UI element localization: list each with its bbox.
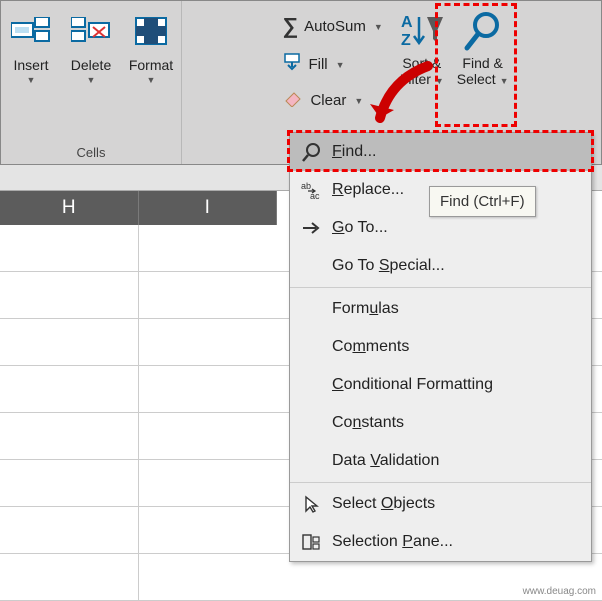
eraser-icon bbox=[282, 89, 304, 111]
insert-label: Insert bbox=[13, 57, 48, 73]
insert-button[interactable]: Insert ▼ bbox=[1, 5, 61, 87]
menu-label: Go To Special... bbox=[332, 257, 445, 275]
menu-label: Conditional Formatting bbox=[332, 376, 493, 394]
chevron-down-icon: ▼ bbox=[374, 22, 383, 32]
magnifier-icon bbox=[461, 9, 505, 53]
chevron-down-icon: ▼ bbox=[87, 75, 96, 85]
menu-item-comments[interactable]: Comments bbox=[290, 328, 591, 366]
svg-text:A: A bbox=[401, 14, 413, 31]
watermark: www.deuag.com bbox=[523, 586, 596, 597]
goto-arrow-icon bbox=[290, 219, 332, 237]
clear-button[interactable]: Clear ▼ bbox=[276, 85, 388, 115]
tooltip-find: Find (Ctrl+F) bbox=[429, 186, 536, 217]
menu-label: Formulas bbox=[332, 300, 399, 318]
chevron-down-icon: ▼ bbox=[336, 60, 345, 70]
autosum-button[interactable]: ∑ AutoSum ▼ bbox=[276, 9, 388, 43]
menu-item-constants[interactable]: Constants bbox=[290, 404, 591, 442]
clear-label: Clear bbox=[310, 92, 346, 109]
sort-filter-label: Sort & Filter ▼ bbox=[400, 55, 444, 87]
format-icon bbox=[134, 11, 168, 51]
fill-down-icon bbox=[282, 53, 302, 75]
format-label: Format bbox=[129, 57, 173, 73]
svg-text:ac: ac bbox=[310, 191, 320, 200]
cursor-icon bbox=[290, 494, 332, 514]
svg-text:ab: ab bbox=[301, 181, 311, 191]
sigma-icon: ∑ bbox=[282, 13, 298, 39]
cells-buttons: Insert ▼ Delete ▼ bbox=[1, 5, 181, 87]
delete-icon bbox=[71, 11, 111, 51]
menu-label: Replace... bbox=[332, 181, 404, 199]
chevron-down-icon: ▼ bbox=[147, 75, 156, 85]
autosum-label: AutoSum bbox=[304, 18, 366, 35]
menu-item-formulas[interactable]: Formulas bbox=[290, 290, 591, 328]
ribbon-group-cells: Insert ▼ Delete ▼ bbox=[1, 1, 182, 164]
sort-filter-button[interactable]: A Z Sort & Filter ▼ bbox=[395, 5, 449, 89]
insert-icon bbox=[11, 11, 51, 51]
menu-label: Selection Pane... bbox=[332, 533, 453, 551]
fill-button[interactable]: Fill ▼ bbox=[276, 49, 388, 79]
magnifier-icon bbox=[290, 141, 332, 163]
menu-separator bbox=[290, 482, 591, 483]
svg-text:Z: Z bbox=[401, 32, 411, 49]
column-header-h[interactable]: H bbox=[0, 191, 139, 225]
menu-label: Comments bbox=[332, 338, 409, 356]
format-button[interactable]: Format ▼ bbox=[121, 5, 181, 87]
editing-small-buttons: ∑ AutoSum ▼ Fill ▼ Clear ▼ bbox=[276, 5, 388, 115]
delete-button[interactable]: Delete ▼ bbox=[61, 5, 121, 87]
chevron-down-icon: ▼ bbox=[27, 75, 36, 85]
menu-item-conditional[interactable]: Conditional Formatting bbox=[290, 366, 591, 404]
replace-icon: abac bbox=[290, 180, 332, 200]
chevron-down-icon: ▼ bbox=[354, 96, 363, 106]
menu-label: Data Validation bbox=[332, 452, 439, 470]
menu-separator bbox=[290, 287, 591, 288]
menu-label: Constants bbox=[332, 414, 404, 432]
cells-group-label: Cells bbox=[3, 143, 179, 164]
menu-item-selectionpane[interactable]: Selection Pane... bbox=[290, 523, 591, 561]
fill-label: Fill bbox=[308, 56, 327, 73]
menu-label: Select Objects bbox=[332, 495, 435, 513]
menu-label: Find... bbox=[332, 143, 376, 161]
menu-item-selectobjects[interactable]: Select Objects bbox=[290, 485, 591, 523]
menu-item-datavalidation[interactable]: Data Validation bbox=[290, 442, 591, 480]
delete-label: Delete bbox=[71, 57, 111, 73]
find-select-label: Find & Select ▼ bbox=[457, 55, 509, 87]
sort-filter-icon: A Z bbox=[399, 9, 445, 53]
find-select-button[interactable]: Find & Select ▼ bbox=[453, 5, 513, 89]
menu-item-find[interactable]: Find... bbox=[290, 133, 591, 171]
selection-pane-icon bbox=[290, 532, 332, 552]
column-header-i[interactable]: I bbox=[139, 191, 278, 225]
menu-label: Go To... bbox=[332, 219, 388, 237]
menu-item-gotospecial[interactable]: Go To Special... bbox=[290, 247, 591, 285]
